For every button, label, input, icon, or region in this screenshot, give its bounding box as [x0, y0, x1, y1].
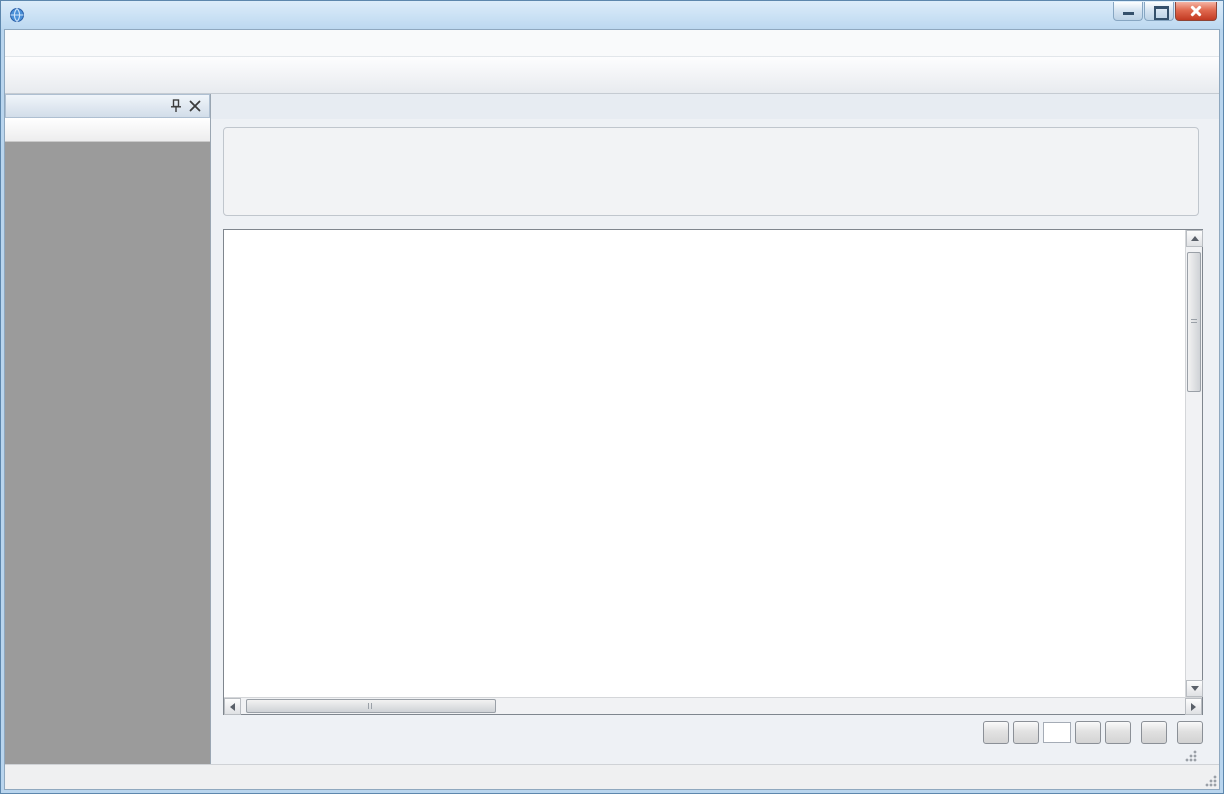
- resize-grip-icon[interactable]: [1185, 750, 1197, 762]
- horizontal-scrollbar[interactable]: [224, 697, 1202, 714]
- close-button[interactable]: [1175, 2, 1217, 21]
- data-grid-viewport: [224, 230, 1185, 697]
- page-number-input[interactable]: [1043, 722, 1071, 743]
- tab-strip: [211, 94, 1219, 119]
- bottom-strip: [223, 749, 1199, 764]
- title-bar: [1, 1, 1223, 29]
- export-all-pages-button[interactable]: [1177, 721, 1203, 744]
- tool-window-header: [5, 94, 210, 118]
- app-frame: [4, 29, 1220, 790]
- data-grid: [223, 229, 1203, 715]
- resize-grip-icon[interactable]: [1205, 775, 1217, 787]
- chevron-down-icon[interactable]: [1171, 100, 1186, 115]
- vertical-scroll-thumb[interactable]: [1187, 252, 1201, 392]
- last-page-button[interactable]: [1105, 721, 1131, 744]
- status-bar: [5, 764, 1219, 789]
- menu-bar: [5, 30, 1219, 56]
- scroll-left-button[interactable]: [224, 698, 241, 715]
- tool-window-panel: [5, 94, 211, 764]
- sidebar-items: [5, 142, 210, 764]
- vertical-scrollbar[interactable]: [1185, 230, 1202, 697]
- export-current-page-button[interactable]: [1141, 721, 1167, 744]
- main-toolbar: [5, 56, 1219, 94]
- sidebar-group-title: [5, 118, 210, 142]
- window-controls: [1112, 2, 1217, 21]
- scroll-up-button[interactable]: [1186, 230, 1203, 247]
- app-logo-icon: [9, 7, 25, 23]
- tab-page-content: [211, 119, 1219, 764]
- pagination-bar: [223, 715, 1203, 749]
- close-icon[interactable]: [187, 98, 203, 114]
- close-tab-icon[interactable]: [1194, 100, 1209, 115]
- first-page-button[interactable]: [983, 721, 1009, 744]
- horizontal-scroll-thumb[interactable]: [246, 699, 496, 713]
- search-form: [223, 127, 1199, 216]
- body-row: [5, 94, 1219, 764]
- main-area: [211, 94, 1219, 764]
- pin-icon[interactable]: [168, 98, 184, 114]
- app-window: [0, 0, 1224, 794]
- maximize-button[interactable]: [1144, 2, 1174, 21]
- next-page-button[interactable]: [1075, 721, 1101, 744]
- minimize-button[interactable]: [1113, 2, 1143, 21]
- scroll-right-button[interactable]: [1185, 698, 1202, 715]
- prev-page-button[interactable]: [1013, 721, 1039, 744]
- scroll-down-button[interactable]: [1186, 680, 1203, 697]
